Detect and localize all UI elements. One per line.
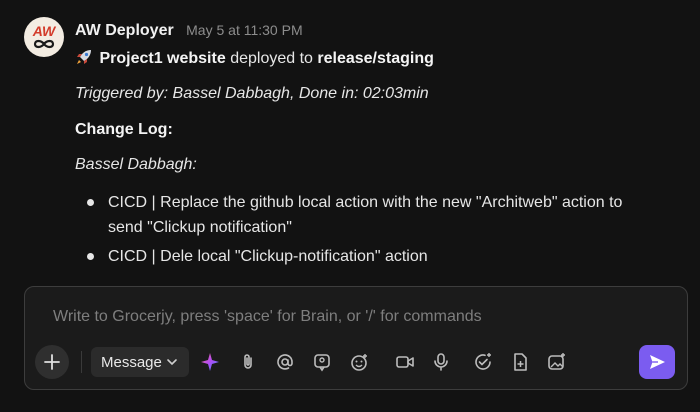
deploy-line: Project1 website deployed to release/sta…: [75, 48, 434, 68]
clip-icon[interactable]: [312, 352, 332, 372]
microphone-icon[interactable]: [431, 352, 451, 372]
bullet-dot: [87, 199, 94, 206]
list-item-text: CICD | Dele local "Clickup-notification"…: [108, 248, 428, 265]
mention-icon[interactable]: [275, 352, 295, 372]
image-icon[interactable]: [547, 352, 567, 372]
composer-input[interactable]: Write to Grocerjy, press 'space' for Bra…: [53, 308, 482, 326]
changelog-list: CICD | Replace the github local action w…: [87, 190, 627, 273]
composer-toolbar: Message: [25, 344, 687, 380]
send-button[interactable]: [639, 345, 675, 379]
timestamp[interactable]: May 5 at 11:30 PM: [186, 22, 302, 38]
plus-icon: [44, 354, 60, 370]
message-composer[interactable]: Write to Grocerjy, press 'space' for Bra…: [24, 286, 688, 390]
avatar[interactable]: AW: [24, 17, 64, 57]
list-item: CICD | Dele local "Clickup-notification"…: [87, 244, 627, 269]
project-name: Project1 website: [99, 50, 226, 67]
emoji-icon[interactable]: [349, 352, 369, 372]
changelog-title: Change Log:: [75, 121, 173, 139]
message-header: AW Deployer May 5 at 11:30 PM: [75, 22, 303, 40]
message-mode-select[interactable]: Message: [91, 347, 189, 377]
sender-name[interactable]: AW Deployer: [75, 22, 174, 39]
changelog-title-text: Change Log:: [75, 121, 173, 138]
send-icon: [650, 355, 665, 369]
chevron-down-icon: [167, 359, 177, 366]
rocket-icon: [75, 48, 95, 68]
list-item-text: CICD | Replace the github local action w…: [108, 194, 623, 236]
toolbar-divider: [81, 351, 82, 373]
add-button[interactable]: [35, 345, 69, 379]
message-mode-label: Message: [101, 354, 162, 371]
message: AW AW Deployer May 5 at 11:30 PM Project…: [0, 0, 700, 285]
list-item: CICD | Replace the github local action w…: [87, 190, 627, 240]
task-icon[interactable]: [473, 352, 493, 372]
ai-sparkle-icon[interactable]: [200, 352, 220, 372]
avatar-logo-text: AW: [32, 23, 57, 39]
video-icon[interactable]: [395, 352, 415, 372]
changelog-author: Bassel Dabbagh:: [75, 156, 197, 173]
bullet-dot: [87, 253, 94, 260]
triggered-line: Triggered by: Bassel Dabbagh, Done in: 0…: [75, 85, 429, 102]
attachment-icon[interactable]: [238, 352, 258, 372]
branch-name: release/staging: [317, 50, 434, 67]
doc-icon[interactable]: [510, 352, 530, 372]
deployed-to-text: deployed to: [230, 50, 313, 67]
